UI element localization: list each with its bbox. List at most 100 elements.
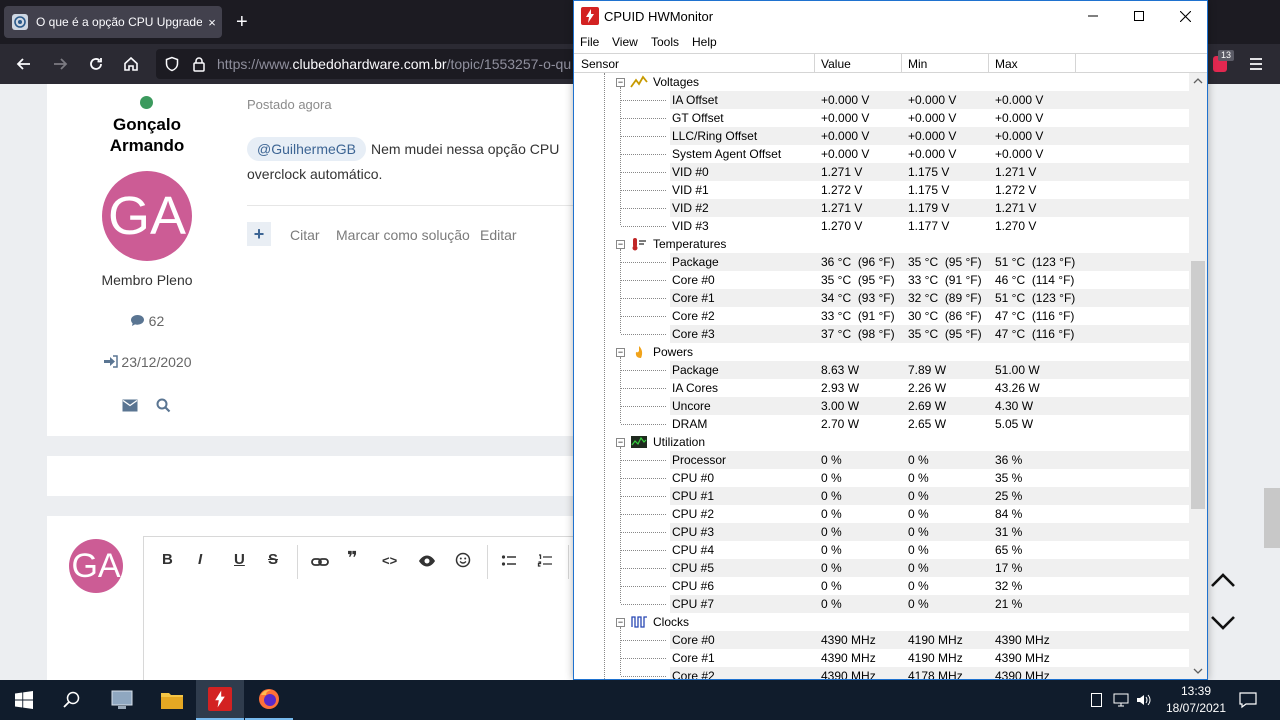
user-mention-link[interactable]: @GuilhermeGB: [247, 137, 367, 161]
sensor-row[interactable]: IA Offset +0.000 V +0.000 V +0.000 V: [574, 91, 1189, 109]
col-sensor[interactable]: Sensor: [581, 57, 619, 71]
home-button[interactable]: [119, 52, 143, 76]
sensor-row[interactable]: Uncore 3.00 W 2.69 W 4.30 W: [574, 397, 1189, 415]
sensor-row[interactable]: Core #0 4390 MHz 4190 MHz 4390 MHz: [574, 631, 1189, 649]
bold-button[interactable]: B: [162, 551, 173, 568]
underline-button[interactable]: U: [234, 551, 245, 568]
sensor-row[interactable]: DRAM 2.70 W 2.65 W 5.05 W: [574, 415, 1189, 433]
col-value[interactable]: Value: [821, 57, 851, 71]
smiley-icon[interactable]: [455, 552, 471, 568]
strikethrough-button[interactable]: S: [268, 551, 278, 568]
author-name[interactable]: Gonçalo Armando: [90, 114, 204, 156]
minimize-button[interactable]: [1070, 1, 1116, 31]
link-icon[interactable]: [311, 553, 329, 571]
sensor-row[interactable]: GT Offset +0.000 V +0.000 V +0.000 V: [574, 109, 1189, 127]
author-avatar[interactable]: GA: [102, 171, 192, 261]
italic-button[interactable]: I: [198, 551, 202, 568]
sensor-row[interactable]: CPU #4 0 % 0 % 65 %: [574, 541, 1189, 559]
scroll-down-button[interactable]: [1207, 607, 1239, 639]
sensor-group-voltages[interactable]: − Voltages: [574, 73, 1189, 91]
collapse-toggle[interactable]: −: [616, 348, 625, 357]
edit-link[interactable]: Editar: [480, 227, 517, 243]
sensor-row[interactable]: System Agent Offset +0.000 V +0.000 V +0.00…: [574, 145, 1189, 163]
multiquote-button[interactable]: +: [247, 222, 271, 246]
hwmonitor-scrollbar[interactable]: [1189, 73, 1207, 679]
scroll-up-button[interactable]: [1207, 564, 1239, 596]
sensor-row[interactable]: Core #2 4390 MHz 4178 MHz 4390 MHz: [574, 667, 1189, 679]
collapse-toggle[interactable]: −: [616, 240, 625, 249]
envelope-icon[interactable]: [122, 399, 138, 412]
search-icon[interactable]: [156, 398, 171, 413]
eye-icon[interactable]: [418, 554, 436, 568]
sensor-row[interactable]: Core #1 4390 MHz 4190 MHz 4390 MHz: [574, 649, 1189, 667]
sensor-row[interactable]: CPU #5 0 % 0 % 17 %: [574, 559, 1189, 577]
sensor-row[interactable]: VID #2 1.271 V 1.179 V 1.271 V: [574, 199, 1189, 217]
sensor-row[interactable]: CPU #1 0 % 0 % 25 %: [574, 487, 1189, 505]
numbered-list-icon[interactable]: [537, 553, 553, 569]
back-button[interactable]: [12, 52, 36, 76]
sensor-row[interactable]: Package 36 °C (96 °F) 35 °C (95 °F) 51 °C (…: [574, 253, 1189, 271]
sensor-row[interactable]: Processor 0 % 0 % 36 %: [574, 451, 1189, 469]
system-clock[interactable]: 13:39 18/07/2021: [1160, 683, 1232, 717]
col-max[interactable]: Max: [995, 57, 1018, 71]
sensor-row[interactable]: Core #1 34 °C (93 °F) 32 °C (89 °F) 51 °C (…: [574, 289, 1189, 307]
quote-link[interactable]: Citar: [290, 227, 320, 243]
collapse-toggle[interactable]: −: [616, 438, 625, 447]
sensor-group-utilization[interactable]: − Utilization: [574, 433, 1189, 451]
taskbar-app-explorer-alt[interactable]: [98, 680, 146, 720]
tab-close-button[interactable]: ×: [202, 15, 222, 30]
sensor-row[interactable]: Package 8.63 W 7.89 W 51.00 W: [574, 361, 1189, 379]
sensor-row[interactable]: CPU #0 0 % 0 % 35 %: [574, 469, 1189, 487]
sensor-row[interactable]: CPU #7 0 % 0 % 21 %: [574, 595, 1189, 613]
menu-button[interactable]: [1244, 52, 1268, 76]
col-divider[interactable]: [1075, 54, 1076, 73]
sensor-row[interactable]: IA Cores 2.93 W 2.26 W 43.26 W: [574, 379, 1189, 397]
menu-file[interactable]: File: [580, 35, 599, 49]
taskbar-app-hwmonitor[interactable]: [196, 680, 244, 720]
reply-editor[interactable]: [143, 585, 583, 680]
hwmonitor-titlebar[interactable]: CPUID HWMonitor: [574, 1, 1207, 31]
close-button[interactable]: [1162, 1, 1208, 31]
sensor-row[interactable]: VID #1 1.272 V 1.175 V 1.272 V: [574, 181, 1189, 199]
col-divider[interactable]: [814, 54, 815, 73]
start-button[interactable]: [0, 680, 48, 720]
sensor-row[interactable]: CPU #2 0 % 0 % 84 %: [574, 505, 1189, 523]
sensor-group-clocks[interactable]: − Clocks: [574, 613, 1189, 631]
menu-view[interactable]: View: [612, 35, 638, 49]
browser-tab[interactable]: O que é a opção CPU Upgrade? ×: [4, 6, 222, 38]
posted-time[interactable]: Postado agora: [247, 97, 332, 112]
mark-solution-link[interactable]: Marcar como solução: [336, 227, 470, 243]
sensor-row[interactable]: VID #0 1.271 V 1.175 V 1.271 V: [574, 163, 1189, 181]
menu-help[interactable]: Help: [692, 35, 717, 49]
col-min[interactable]: Min: [908, 57, 927, 71]
new-tab-button[interactable]: +: [236, 10, 248, 34]
maximize-button[interactable]: [1116, 1, 1162, 31]
sensor-row[interactable]: CPU #6 0 % 0 % 32 %: [574, 577, 1189, 595]
bullet-list-icon[interactable]: [501, 553, 517, 569]
col-divider[interactable]: [901, 54, 902, 73]
sensor-row[interactable]: CPU #3 0 % 0 % 31 %: [574, 523, 1189, 541]
forward-button[interactable]: [48, 52, 72, 76]
quote-button[interactable]: ❞: [347, 548, 358, 569]
col-divider[interactable]: [988, 54, 989, 73]
network-icon[interactable]: [1113, 693, 1129, 707]
sensor-row[interactable]: VID #3 1.270 V 1.177 V 1.270 V: [574, 217, 1189, 235]
sensor-row[interactable]: Core #0 35 °C (95 °F) 33 °C (91 °F) 46 °C (…: [574, 271, 1189, 289]
page-scrollbar-thumb[interactable]: [1264, 488, 1280, 548]
collapse-toggle[interactable]: −: [616, 618, 625, 627]
volume-icon[interactable]: [1136, 693, 1152, 707]
taskbar-app-firefox[interactable]: [245, 680, 293, 720]
code-button[interactable]: <>: [382, 553, 397, 568]
show-desktop-tray-icon[interactable]: [1091, 693, 1102, 707]
reload-button[interactable]: [84, 52, 108, 76]
sensor-row[interactable]: LLC/Ring Offset +0.000 V +0.000 V +0.000 V: [574, 127, 1189, 145]
sensor-row[interactable]: Core #2 33 °C (91 °F) 30 °C (86 °F) 47 °C (…: [574, 307, 1189, 325]
sensor-group-powers[interactable]: − Powers: [574, 343, 1189, 361]
sensor-row[interactable]: Core #3 37 °C (98 °F) 35 °C (95 °F) 47 °C (…: [574, 325, 1189, 343]
search-button[interactable]: [48, 680, 96, 720]
notifications-icon[interactable]: [1239, 691, 1257, 709]
collapse-toggle[interactable]: −: [616, 78, 625, 87]
taskbar-app-file-explorer[interactable]: [148, 680, 196, 720]
sensor-group-temperatures[interactable]: − Temperatures: [574, 235, 1189, 253]
scrollbar-thumb[interactable]: [1191, 261, 1205, 509]
